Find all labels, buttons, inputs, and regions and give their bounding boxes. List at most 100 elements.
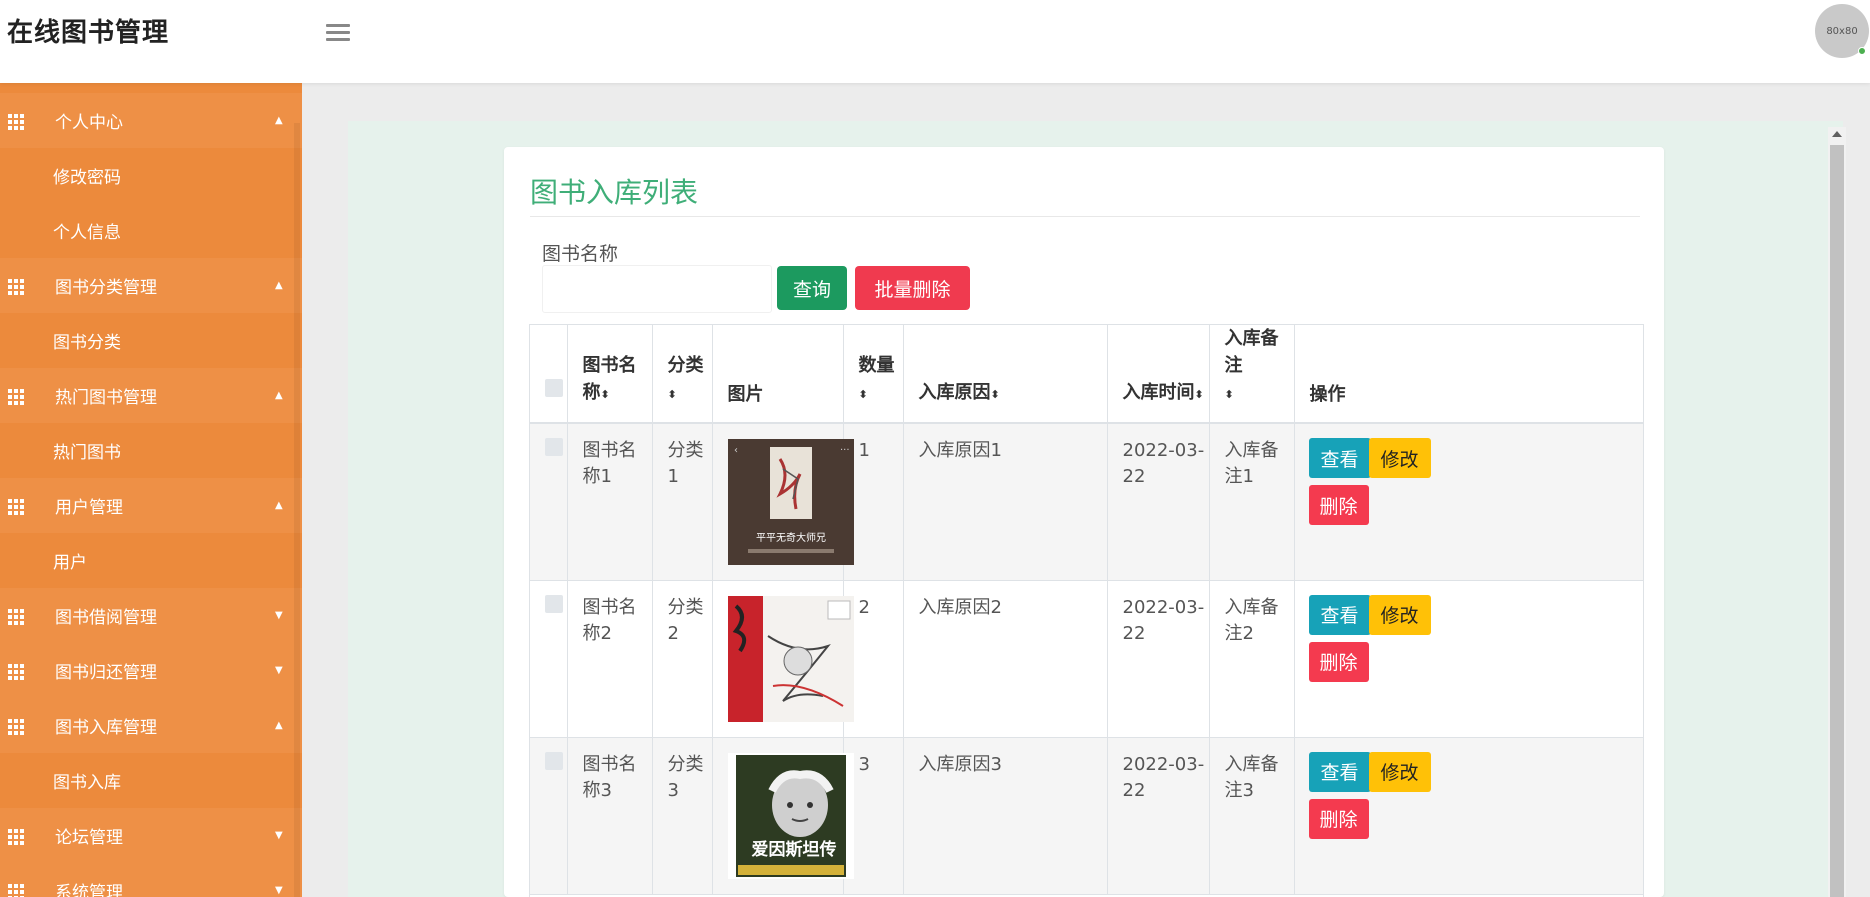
svg-text:‹: ‹ — [734, 445, 738, 456]
sidebar-group-5[interactable]: 热门图书管理 ▲ — [0, 368, 302, 423]
sidebar-scrollbar[interactable] — [294, 123, 300, 897]
column-header-quantity[interactable]: 数量 ⬍ — [843, 325, 904, 424]
column-header-actions: 操作 — [1294, 325, 1643, 424]
sort-icon[interactable]: ⬍ — [668, 388, 677, 401]
column-header-time[interactable]: 入库时间⬍ — [1107, 325, 1210, 424]
top-header: 在线图书管理 80x80 — [0, 0, 1870, 83]
row-select-cell — [530, 580, 568, 738]
sidebar-group-label: 热门图书管理 — [55, 388, 157, 408]
sidebar-group-label: 图书归还管理 — [55, 663, 157, 683]
sidebar-group-3[interactable]: 图书分类管理 ▲ — [0, 258, 302, 313]
table-row: 图书名称3 分类3 爱因斯坦传 3 入库原因3 2022-03-22 入库备注3 查看 修改… — [530, 737, 1643, 895]
sidebar-group-10[interactable]: 图书归还管理 ▼ — [0, 643, 302, 698]
sidebar-group-7[interactable]: 用户管理 ▲ — [0, 478, 302, 533]
app-title: 在线图书管理 — [7, 18, 170, 48]
title-divider — [530, 216, 1640, 217]
grid-icon — [8, 884, 24, 897]
table-header-row: 图书名称⬍ 分类 ⬍ 图片 数量 ⬍ 入库原因⬍ 入库时间⬍ 入库备注 ⬍ 操作 — [530, 325, 1643, 424]
sidebar-group-9[interactable]: 图书借阅管理 ▼ — [0, 588, 302, 643]
sidebar-group-11[interactable]: 图书入库管理 ▲ — [0, 698, 302, 753]
grid-icon — [8, 499, 24, 515]
row-select-cell — [530, 737, 568, 895]
actions-cell: 查看 修改删除 — [1294, 737, 1643, 895]
row-checkbox[interactable] — [545, 438, 563, 456]
book-name-cell: 图书名称3 — [567, 737, 653, 895]
category-cell: 分类3 — [652, 737, 713, 895]
table-row: 图书名称1 分类1 平平无奇大师兄 ‹ ··· 1 入库原因1 2022-03-22 入… — [530, 423, 1643, 581]
view-button[interactable]: 查看 — [1308, 751, 1371, 792]
column-header-category[interactable]: 分类 ⬍ — [652, 325, 713, 424]
chevron-up-icon: ▲ — [275, 720, 283, 731]
chevron-up-icon: ▲ — [275, 115, 283, 126]
sidebar-group-label: 用户管理 — [55, 498, 123, 518]
image-cell — [712, 580, 854, 738]
sidebar-item-8[interactable]: 用户 — [0, 533, 302, 588]
edit-button[interactable]: 修改 — [1368, 751, 1431, 792]
sort-icon[interactable]: ⬍ — [1195, 388, 1204, 401]
delete-button[interactable]: 删除 — [1308, 485, 1369, 525]
book-name-cell: 图书名称1 — [567, 423, 653, 581]
grid-icon — [8, 719, 24, 735]
book-name-cell: 图书名称2 — [567, 580, 653, 738]
remark-cell: 入库备注3 — [1209, 737, 1295, 895]
view-button[interactable]: 查看 — [1308, 594, 1371, 635]
search-label: 图书名称 — [542, 243, 619, 265]
book-stock-table: 图书名称⬍ 分类 ⬍ 图片 数量 ⬍ 入库原因⬍ 入库时间⬍ 入库备注 ⬍ 操作 图书… — [529, 324, 1644, 897]
sidebar-group-0[interactable]: 个人中心 ▲ — [0, 93, 302, 148]
sidebar-group-label: 图书借阅管理 — [55, 608, 157, 628]
actions-cell: 查看 修改删除 — [1294, 423, 1643, 581]
book-name-search-input[interactable] — [542, 265, 772, 313]
book-cover-image: 平平无奇大师兄 ‹ ··· — [727, 439, 854, 565]
image-cell: 爱因斯坦传 — [712, 737, 854, 895]
main-scrollbar[interactable] — [1828, 127, 1846, 897]
sidebar: 个人中心 ▲ 修改密码 个人信息 图书分类管理 ▲ 图书分类 热门图书管理 ▲ 热门图书 用户管理 ▲… — [0, 83, 302, 897]
grid-icon — [8, 609, 24, 625]
image-cell: 平平无奇大师兄 ‹ ··· — [712, 423, 854, 581]
batch-delete-button[interactable]: 批量删除 — [855, 266, 970, 310]
reason-cell: 入库原因2 — [903, 580, 1108, 738]
sidebar-group-14[interactable]: 系统管理 ▼ — [0, 863, 302, 897]
sidebar-group-13[interactable]: 论坛管理 ▼ — [0, 808, 302, 863]
grid-icon — [8, 114, 24, 130]
book-cover-image — [727, 595, 854, 722]
chevron-up-icon: ▲ — [275, 390, 283, 401]
chevron-down-icon: ▼ — [275, 830, 283, 841]
column-header-remark[interactable]: 入库备注 ⬍ — [1209, 325, 1295, 424]
sort-icon[interactable]: ⬍ — [601, 388, 610, 401]
sidebar-item-6[interactable]: 热门图书 — [0, 423, 302, 478]
row-checkbox[interactable] — [545, 594, 563, 613]
query-button[interactable]: 查询 — [777, 266, 847, 310]
sort-icon[interactable]: ⬍ — [1225, 388, 1234, 401]
chevron-up-icon: ▲ — [275, 500, 283, 511]
grid-icon — [8, 279, 24, 295]
column-header-book-name[interactable]: 图书名称⬍ — [567, 325, 653, 424]
row-checkbox[interactable] — [545, 751, 563, 770]
list-card: 图书入库列表 图书名称 查询 批量删除 图书名称⬍ 分类 ⬍ 图片 数量 ⬍ 入库原… — [504, 147, 1664, 897]
sidebar-group-label: 系统管理 — [55, 883, 123, 897]
view-button[interactable]: 查看 — [1308, 438, 1371, 478]
scrollbar-thumb[interactable] — [1830, 145, 1844, 897]
sort-icon[interactable]: ⬍ — [859, 388, 868, 401]
time-cell: 2022-03-22 — [1107, 423, 1210, 581]
delete-button[interactable]: 删除 — [1308, 641, 1369, 682]
sort-icon[interactable]: ⬍ — [991, 388, 1000, 401]
sidebar-item-2[interactable]: 个人信息 — [0, 203, 302, 258]
svg-text:平平无奇大师兄: 平平无奇大师兄 — [756, 531, 826, 544]
time-cell: 2022-03-22 — [1107, 737, 1210, 895]
column-header-reason[interactable]: 入库原因⬍ — [903, 325, 1108, 424]
sidebar-group-label: 论坛管理 — [55, 828, 123, 848]
scroll-up-icon[interactable] — [1832, 131, 1842, 137]
sidebar-item-1[interactable]: 修改密码 — [0, 148, 302, 203]
delete-button[interactable]: 删除 — [1308, 798, 1369, 839]
edit-button[interactable]: 修改 — [1368, 438, 1431, 478]
edit-button[interactable]: 修改 — [1368, 594, 1431, 635]
menu-toggle-icon[interactable] — [324, 20, 352, 44]
sidebar-group-label: 图书分类管理 — [55, 278, 157, 298]
select-all-checkbox[interactable] — [545, 379, 563, 397]
column-header-image: 图片 — [712, 325, 844, 424]
chevron-down-icon: ▼ — [275, 885, 283, 896]
sidebar-item-12[interactable]: 图书入库 — [0, 753, 302, 808]
sidebar-menu: 个人中心 ▲ 修改密码 个人信息 图书分类管理 ▲ 图书分类 热门图书管理 ▲ 热门图书 用户管理 ▲… — [0, 93, 302, 897]
remark-cell: 入库备注2 — [1209, 580, 1295, 738]
sidebar-item-4[interactable]: 图书分类 — [0, 313, 302, 368]
